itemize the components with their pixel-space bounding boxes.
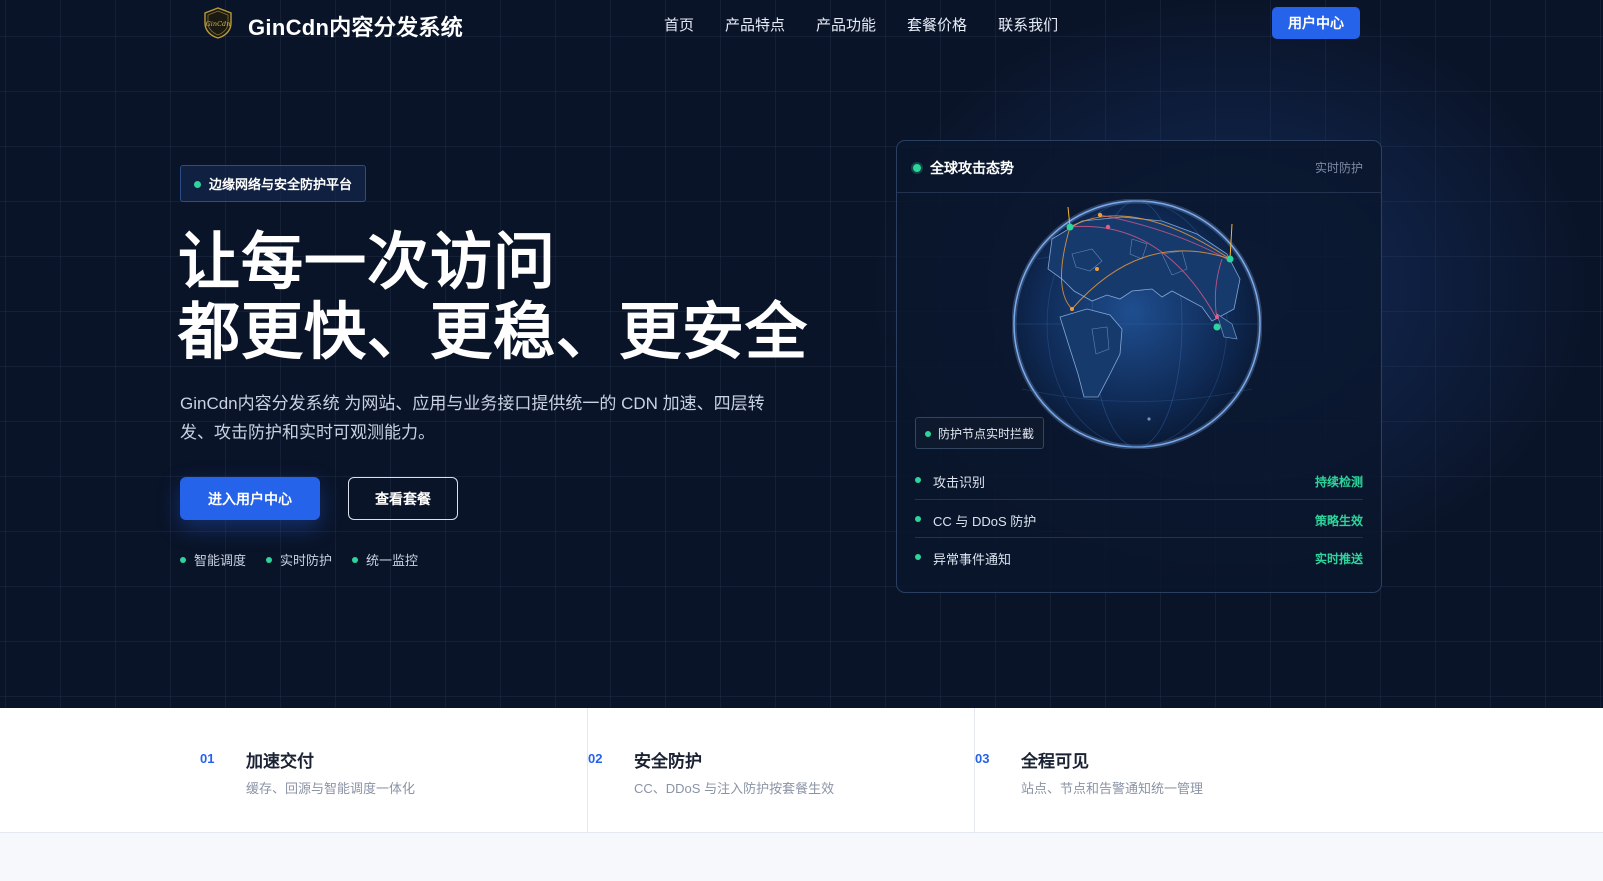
status-row: 攻击识别 持续检测 — [915, 461, 1363, 499]
nav-link-contact[interactable]: 联系我们 — [998, 14, 1058, 35]
brand-name[interactable]: GinCdn内容分发系统 — [248, 10, 463, 42]
view-plans-button[interactable]: 查看套餐 — [348, 477, 458, 520]
hero-section: GinCdn GinCdn内容分发系统 首页 产品特点 产品功能 套餐价格 联系… — [0, 0, 1603, 708]
hero-tag: 统一监控 — [352, 550, 418, 569]
feature-item: 03 全程可见 站点、节点和告警通知统一管理 — [975, 708, 1603, 833]
feature-title: 全程可见 — [1021, 752, 1089, 771]
hero-tag-label: 智能调度 — [194, 553, 247, 568]
user-center-button[interactable]: 用户中心 — [1272, 7, 1360, 39]
globe-chip-label: 防护节点实时拦截 — [938, 426, 1035, 441]
feature-title: 加速交付 — [246, 752, 314, 771]
tag-dot-icon — [180, 556, 186, 563]
feature-number: 03 — [975, 751, 990, 766]
hero-tag-label: 统一监控 — [366, 553, 419, 568]
feature-number: 02 — [588, 751, 603, 766]
status-dot-icon — [915, 516, 921, 522]
panel-meta: 实时防护 — [1314, 161, 1363, 175]
feature-item: 01 加速交付 缓存、回源与智能调度一体化 — [0, 708, 587, 833]
hero-subtext: GinCdn内容分发系统 为网站、应用与业务接口提供统一的 CDN 加速、四层转… — [180, 394, 765, 442]
brand-logo-icon[interactable]: GinCdn — [203, 7, 233, 39]
hero-headline: 让每一次访问 都更快、更稳、更安全 — [178, 228, 808, 368]
status-dot-icon — [194, 181, 201, 188]
nav-link-home[interactable]: 首页 — [664, 14, 694, 35]
globe-illustration — [1012, 199, 1262, 449]
feature-desc: 缓存、回源与智能调度一体化 — [246, 781, 416, 796]
feature-desc: CC、DDoS 与注入防护按套餐生效 — [634, 781, 835, 796]
hero-badge-label: 边缘网络与安全防护平台 — [209, 177, 353, 192]
status-value: 持续检测 — [1314, 475, 1363, 489]
status-label: 异常事件通知 — [933, 552, 1012, 567]
status-value: 策略生效 — [1314, 514, 1363, 528]
hero-headline-line1: 让每一次访问 — [178, 228, 557, 297]
hero-headline-line2: 都更快、更稳、更安全 — [178, 298, 809, 367]
feature-title: 安全防护 — [634, 752, 702, 771]
status-row: 异常事件通知 实时推送 — [915, 537, 1363, 575]
status-row: CC 与 DDoS 防护 策略生效 — [915, 499, 1363, 537]
status-dot-icon — [915, 554, 921, 560]
status-label: 攻击识别 — [933, 475, 986, 490]
globe-chip: 防护节点实时拦截 — [915, 417, 1045, 449]
live-dot-icon — [925, 431, 931, 437]
tag-dot-icon — [352, 556, 359, 563]
nav-links: 首页 产品特点 产品功能 套餐价格 联系我们 — [664, 14, 1089, 35]
panel-title: 全球攻击态势 — [930, 160, 1014, 176]
live-dot-icon — [913, 164, 921, 172]
logo-mark-text: GinCdn — [206, 20, 231, 28]
hero-badge: 边缘网络与安全防护平台 — [180, 165, 367, 202]
attack-situation-panel: 全球攻击态势 实时防护 防护节点实时拦截 攻击识别 持续检测 CC 与 DDoS… — [896, 140, 1382, 593]
top-nav: GinCdn GinCdn内容分发系统 首页 产品特点 产品功能 套餐价格 联系… — [0, 0, 1603, 46]
feature-number: 01 — [200, 751, 215, 766]
hero-tag: 智能调度 — [180, 550, 246, 569]
feature-item: 02 安全防护 CC、DDoS 与注入防护按套餐生效 — [588, 708, 974, 833]
panel-header: 全球攻击态势 实时防护 — [897, 141, 1381, 193]
enter-user-center-button[interactable]: 进入用户中心 — [180, 477, 320, 520]
nav-link-pricing[interactable]: 套餐价格 — [907, 14, 967, 35]
feature-strip: 01 加速交付 缓存、回源与智能调度一体化 02 安全防护 CC、DDoS 与注… — [0, 708, 1603, 833]
status-list: 攻击识别 持续检测 CC 与 DDoS 防护 策略生效 异常事件通知 实时推送 — [897, 461, 1381, 575]
hero-tag-label: 实时防护 — [280, 553, 333, 568]
feature-desc: 站点、节点和告警通知统一管理 — [1021, 781, 1204, 796]
nav-link-features[interactable]: 产品特点 — [725, 14, 785, 35]
nav-link-functions[interactable]: 产品功能 — [816, 14, 876, 35]
status-value: 实时推送 — [1314, 552, 1363, 566]
status-label: CC 与 DDoS 防护 — [933, 514, 1037, 529]
status-dot-icon — [915, 477, 921, 483]
hero-tags: 智能调度 实时防护 统一监控 — [180, 550, 438, 569]
tag-dot-icon — [266, 556, 273, 563]
hero-tag: 实时防护 — [266, 550, 332, 569]
